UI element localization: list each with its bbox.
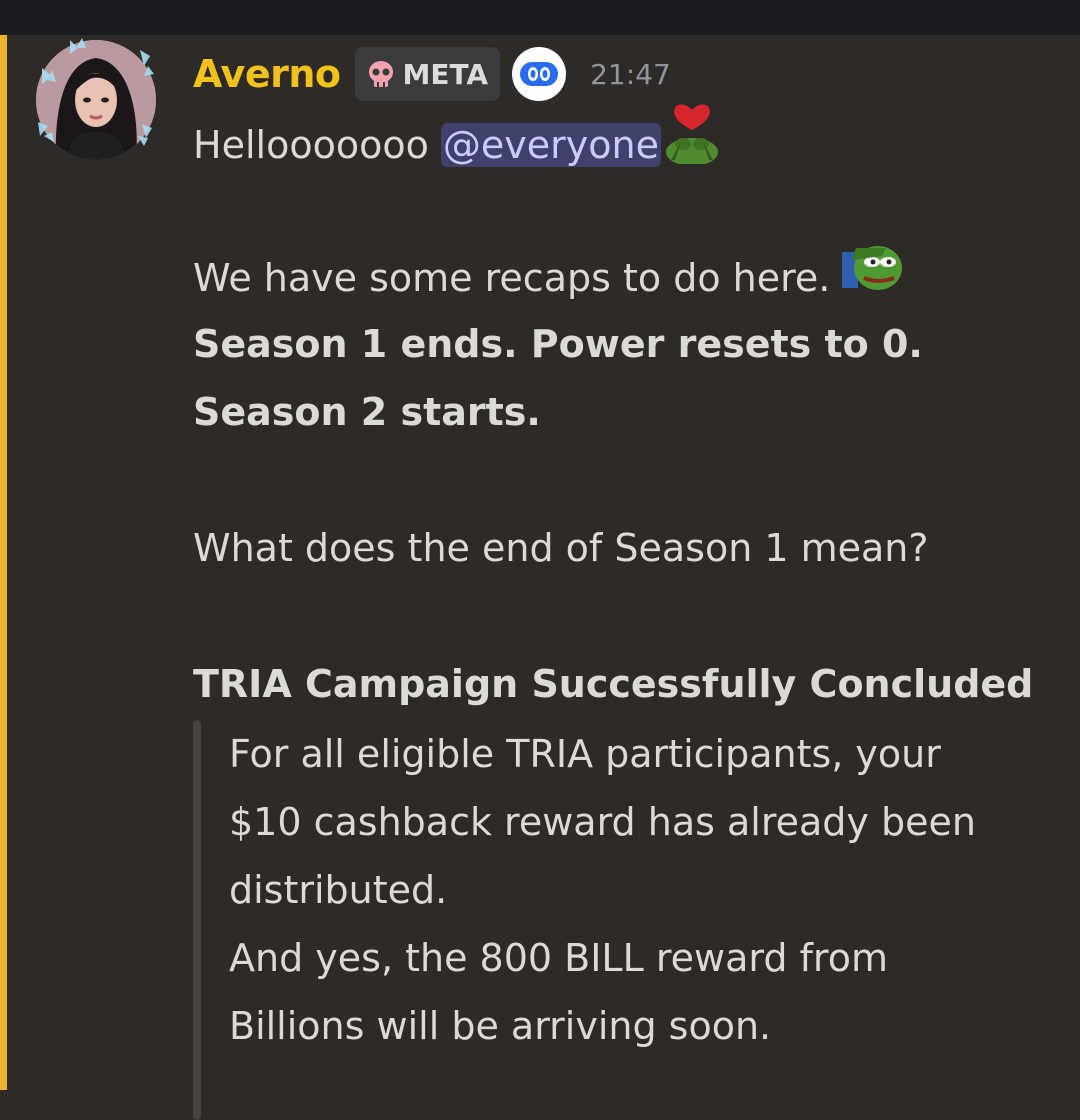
pepe-salute-emoji xyxy=(842,238,904,315)
role-tag[interactable]: META xyxy=(354,47,501,101)
message-content: Hellooooooo @everyone We have some recap… xyxy=(193,104,1073,1120)
skull-icon xyxy=(365,58,397,90)
bold-line-2: Season 2 starts. xyxy=(193,390,541,434)
quote-line: And yes, the 800 BILL reward from xyxy=(229,936,888,980)
message-header: Averno META 21:47 xyxy=(193,46,671,102)
mention-highlight-bar xyxy=(0,35,7,1090)
quote-line: distributed. xyxy=(229,868,448,912)
quote-bar xyxy=(193,720,201,1120)
block-quote: For all eligible TRIA participants, your… xyxy=(193,720,1073,1120)
author-name[interactable]: Averno xyxy=(193,52,341,96)
role-tag-label: META xyxy=(402,57,489,91)
top-bar xyxy=(0,0,1080,35)
bold-line-1: Season 1 ends. Power resets to 0. xyxy=(193,322,923,366)
quote-line: For all eligible TRIA participants, your xyxy=(229,732,941,776)
question-line: What does the end of Season 1 mean? xyxy=(193,526,929,570)
quote-line: Billions will be arriving soon. xyxy=(229,1004,772,1048)
pepe-heart-emoji xyxy=(661,102,723,185)
recap-line: We have some recaps to do here. xyxy=(193,242,1073,310)
recap-text: We have some recaps to do here. xyxy=(193,256,843,300)
everyone-mention[interactable]: @everyone xyxy=(440,123,661,167)
avatar[interactable] xyxy=(36,40,156,160)
greeting-line: Hellooooooo @everyone xyxy=(193,104,1073,174)
bot-badge-icon[interactable] xyxy=(512,47,567,101)
section-heading: TRIA Campaign Successfully Concluded xyxy=(193,662,1034,706)
message-timestamp[interactable]: 21:47 xyxy=(590,58,671,91)
quote-line: $10 cashback reward has already been xyxy=(229,800,976,844)
greeting-text: Hellooooooo xyxy=(193,123,441,167)
